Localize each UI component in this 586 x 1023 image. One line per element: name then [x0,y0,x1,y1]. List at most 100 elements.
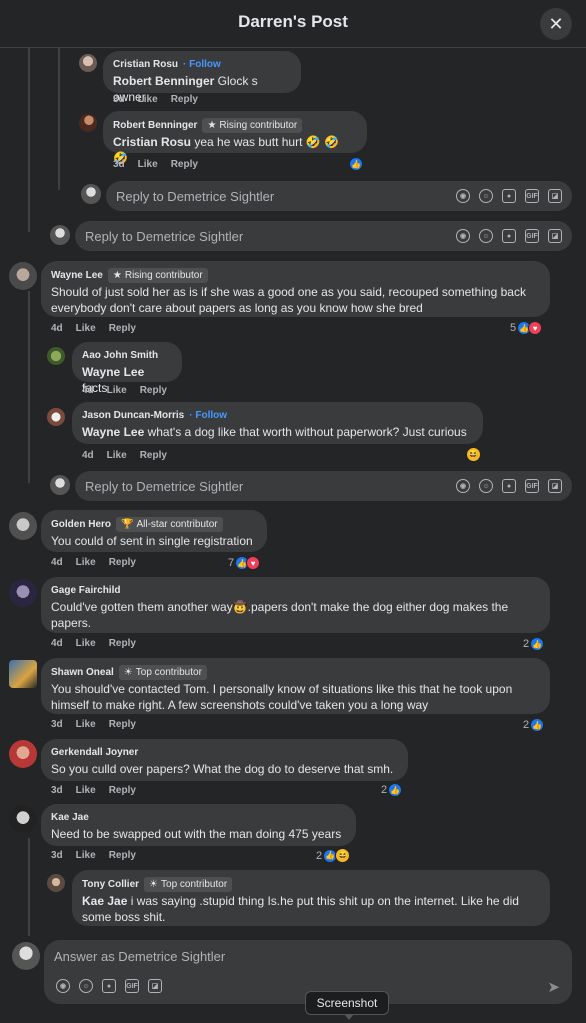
comment-author[interactable]: Golden Hero [51,518,111,532]
camera-icon[interactable]: ● [502,189,516,203]
like-button[interactable]: Like [107,385,127,396]
follow-link[interactable]: · Follow [189,409,227,423]
like-button[interactable]: Like [76,323,96,334]
sticker-icon[interactable]: ◪ [548,189,562,203]
like-button[interactable]: Like [76,850,96,861]
reaction-summary[interactable]: 2 👍 [381,783,403,797]
comment-author[interactable]: Wayne Lee [51,269,103,283]
reply-button[interactable]: Reply [109,785,136,796]
like-button[interactable]: Like [107,450,127,461]
gif-icon[interactable]: GIF [525,189,539,203]
comment-author[interactable]: Cristian Rosu [113,58,178,72]
avatar-sticker-icon[interactable]: ◉ [456,479,470,493]
comment-time[interactable]: 3d [113,159,125,170]
emoji-icon[interactable]: ☺ [479,189,493,203]
avatar[interactable] [9,512,37,540]
avatar[interactable] [9,660,37,688]
sticker-icon[interactable]: ◪ [548,229,562,243]
composer-input[interactable]: Answer as Demetrice Sightler [54,949,225,964]
mention[interactable]: Kae Jae [82,894,127,908]
avatar[interactable] [9,579,37,607]
like-button[interactable]: Like [76,638,96,649]
mention[interactable]: Robert Benninger [113,74,214,88]
comment-author[interactable]: Jason Duncan-Morris [82,409,184,423]
avatar[interactable] [9,740,37,768]
comment-author[interactable]: Robert Benninger [113,119,197,133]
comment-time[interactable]: 4d [51,323,63,334]
comment-author[interactable]: Aao John Smith [82,349,158,363]
camera-icon[interactable]: ● [102,979,116,993]
avatar[interactable] [79,54,97,72]
reply-input[interactable]: Reply to Demetrice Sightler ◉ ☺ ● GIF ◪ [75,471,572,501]
comment-author[interactable]: Tony Collier [82,878,139,892]
reaction-summary[interactable]: 5 👍 ♥ [510,321,543,335]
reply-button[interactable]: Reply [109,850,136,861]
avatar[interactable] [9,805,37,833]
reaction-summary[interactable]: 2 👍 [523,637,545,651]
reply-button[interactable]: Reply [140,385,167,396]
gif-icon[interactable]: GIF [525,229,539,243]
avatar-sticker-icon[interactable]: ◉ [456,229,470,243]
close-button[interactable]: ✕ [540,8,572,40]
avatar[interactable] [47,874,65,892]
comment-time[interactable]: 4d [82,385,94,396]
follow-link[interactable]: · Follow [183,58,221,72]
emoji-icon[interactable]: ☺ [79,979,93,993]
reaction-summary[interactable]: 👍 [349,157,363,171]
thread-line [58,48,60,190]
comment-author[interactable]: Gerkendall Joyner [51,746,138,760]
reply-button[interactable]: Reply [140,450,167,461]
emoji-icon[interactable]: ☺ [479,479,493,493]
mention[interactable]: Wayne Lee [82,365,144,379]
like-button[interactable]: Like [138,94,158,105]
comments-feed[interactable]: Cristian Rosu · Follow Robert Benninger G… [0,48,586,936]
send-icon[interactable]: ➤ [547,978,560,996]
mention[interactable]: Wayne Lee [82,425,144,439]
reply-button[interactable]: Reply [109,557,136,568]
avatar[interactable] [9,262,37,290]
reply-button[interactable]: Reply [171,94,198,105]
reply-input[interactable]: Reply to Demetrice Sightler ◉ ☺ ● GIF ◪ [106,181,572,211]
avatar[interactable] [79,114,97,132]
comment-time[interactable]: 3d [51,785,63,796]
avatar-sticker-icon[interactable]: ◉ [456,189,470,203]
reaction-summary[interactable]: 2 👍 [523,718,545,732]
comment-time[interactable]: 3d [113,94,125,105]
reply-button[interactable]: Reply [171,159,198,170]
reply-button[interactable]: Reply [109,719,136,730]
emoji-icon[interactable]: ☺ [479,229,493,243]
avatar[interactable] [47,408,65,426]
like-button[interactable]: Like [76,719,96,730]
reply-button[interactable]: Reply [109,638,136,649]
comment-author[interactable]: Kae Jae [51,811,89,825]
gif-icon[interactable]: GIF [125,979,139,993]
camera-icon[interactable]: ● [502,479,516,493]
gif-icon[interactable]: GIF [525,479,539,493]
comment-time[interactable]: 4d [82,450,94,461]
comment-time[interactable]: 4d [51,638,63,649]
reply-button[interactable]: Reply [109,323,136,334]
avatar-sticker-icon[interactable]: ◉ [56,979,70,993]
sticker-icon[interactable]: ◪ [548,479,562,493]
like-button[interactable]: Like [138,159,158,170]
composer-avatar[interactable] [12,942,40,970]
like-button[interactable]: Like [76,557,96,568]
reaction-summary[interactable]: 2 👍 😆 [316,848,351,863]
sticker-icon[interactable]: ◪ [148,979,162,993]
comment-time[interactable]: 3d [51,850,63,861]
comment-time[interactable]: 4d [51,557,63,568]
like-button[interactable]: Like [76,785,96,796]
comment-time[interactable]: 3d [51,719,63,730]
reply-input[interactable]: Reply to Demetrice Sightler ◉ ☺ ● GIF ◪ [75,221,572,251]
contributor-badge: ★ Rising contributor [107,268,208,283]
heart-reaction-icon: ♥ [246,556,261,570]
camera-icon[interactable]: ● [502,229,516,243]
reaction-count: 2 [316,849,323,862]
reaction-summary[interactable]: 😆 [466,447,481,462]
comment-author[interactable]: Shawn Oneal [51,666,114,680]
avatar[interactable] [47,347,65,365]
reaction-summary[interactable]: 7 👍 ♥ [228,556,261,570]
comment-author[interactable]: Gage Fairchild [51,584,120,598]
reaction-count: 7 [228,557,235,569]
mention[interactable]: Cristian Rosu [113,135,191,149]
